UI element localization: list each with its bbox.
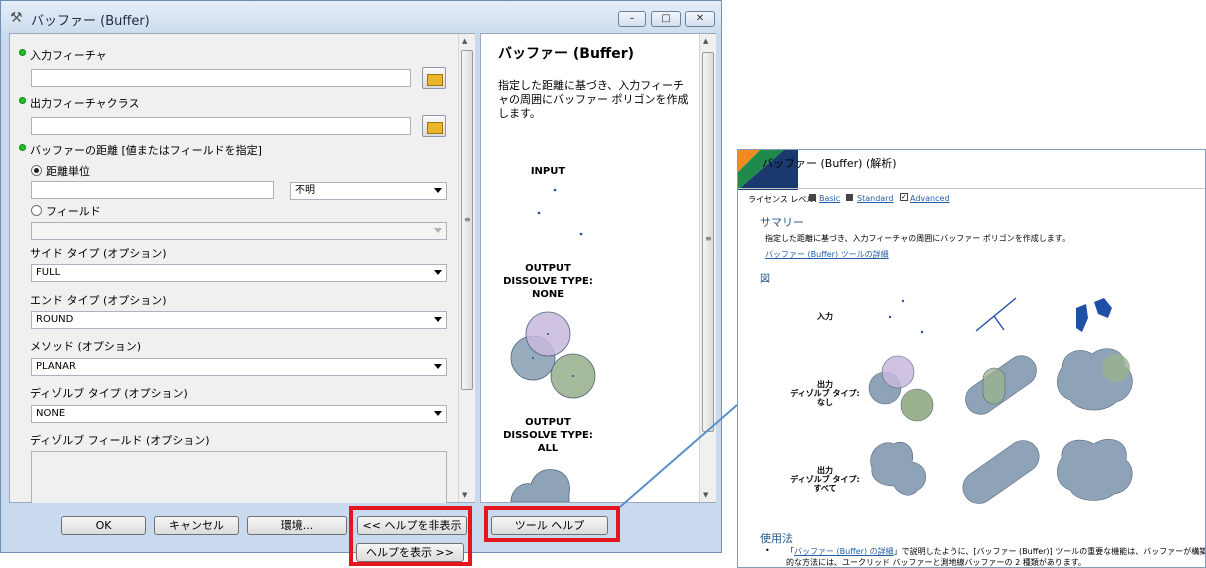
method-select[interactable]: PLANAR — [31, 358, 447, 376]
caption-input: INPUT — [530, 166, 566, 177]
usage-bullet-icon: • — [765, 546, 770, 555]
license-standard-checkbox — [846, 194, 853, 201]
parameters-panel: 入力フィーチャ 出力フィーチャクラス バッファーの距離 [値またはフィールドを指… — [9, 33, 475, 503]
method-label: メソッド (オプション) — [30, 340, 142, 353]
grip-icon: ≡ — [464, 215, 471, 224]
scroll-down-arrow-icon[interactable]: ▼ — [703, 491, 708, 499]
license-label: ライセンス レベル: — [748, 195, 818, 204]
buffer-figure-graphic — [868, 297, 1133, 504]
highlight-box-tool-help — [484, 506, 620, 542]
caption-output-none-3: NONE — [531, 289, 565, 300]
input-features-field[interactable] — [31, 69, 411, 87]
title-bar[interactable]: ⚒ バッファー (Buffer) – □ ✕ — [1, 1, 721, 33]
end-type-label: エンド タイプ (オプション) — [30, 294, 167, 307]
scroll-up-arrow-icon[interactable]: ▲ — [462, 37, 467, 45]
caption-output-all-3: ALL — [537, 443, 559, 454]
dissolve-type-label: ディゾルブ タイプ (オプション) — [30, 387, 188, 400]
field-select[interactable] — [31, 222, 447, 240]
help-title: バッファー (Buffer) — [498, 46, 635, 62]
help-scrollbar[interactable]: ▲ ≡ ▼ — [699, 34, 716, 502]
required-dot-icon — [19, 144, 26, 151]
ok-button[interactable]: OK — [61, 516, 146, 535]
summary-link[interactable]: バッファー (Buffer) ツールの詳細 — [765, 249, 889, 260]
close-button[interactable]: ✕ — [685, 11, 715, 27]
license-basic-link[interactable]: Basic — [819, 194, 840, 203]
tool-reference-page: バッファー (Buffer) (解析) ライセンス レベル: Basic Sta… — [737, 149, 1206, 568]
usage-line-2: 的な方法には、ユークリッド バッファーと測地線バッファーの 2 種類があります。 — [786, 558, 1086, 567]
help-description: 指定した距離に基づき、入力フィーチャの周囲にバッファー ポリゴンを作成します。 — [498, 79, 689, 120]
row-label-input: 入力 — [817, 312, 833, 321]
divider — [738, 188, 1205, 189]
distance-unit-select[interactable]: 不明 — [290, 182, 447, 200]
row-label-all-3: すべて — [813, 484, 837, 493]
side-type-label: サイド タイプ (オプション) — [30, 247, 167, 260]
help-pane: バッファー (Buffer) 指定した距離に基づき、入力フィーチャの周囲にバッフ… — [480, 33, 716, 503]
output-feature-class-field[interactable] — [31, 117, 411, 135]
usage-link[interactable]: バッファー (Buffer) の詳細 — [794, 547, 894, 556]
end-type-value: ROUND — [36, 314, 74, 325]
figure-heading: 図 — [760, 274, 770, 285]
dissolve-field-label: ディゾルブ フィールド (オプション) — [30, 434, 210, 447]
hammer-icon: ⚒ — [10, 10, 23, 26]
minimize-button[interactable]: – — [618, 11, 646, 27]
caption-output-none-2: DISSOLVE TYPE: — [503, 276, 593, 287]
grip-icon: ≡ — [705, 234, 712, 243]
summary-heading: サマリー — [760, 216, 804, 229]
row-label-none-3: なし — [817, 398, 833, 407]
side-type-select[interactable]: FULL — [31, 264, 447, 282]
caption-output-none-1: OUTPUT — [525, 263, 571, 274]
doc-title: バッファー (Buffer) (解析) — [762, 157, 897, 170]
linear-unit-label: 距離単位 — [46, 165, 90, 178]
license-standard-link[interactable]: Standard — [857, 194, 893, 203]
input-points-graphic — [537, 188, 583, 236]
highlight-box-help-toggle — [349, 506, 472, 566]
distance-value-field[interactable] — [31, 181, 274, 199]
usage-heading: 使用法 — [760, 532, 793, 545]
dissolve-type-value: NONE — [36, 408, 66, 419]
summary-text: 指定した距離に基づき、入力フィーチャの周囲にバッファー ポリゴンを作成します。 — [765, 234, 1070, 243]
dissolve-all-graphic — [510, 469, 570, 502]
dissolve-type-select[interactable]: NONE — [31, 405, 447, 423]
scroll-up-arrow-icon[interactable]: ▲ — [703, 37, 708, 45]
required-dot-icon — [19, 97, 26, 104]
cancel-button[interactable]: キャンセル — [154, 516, 239, 535]
buffer-distance-label: バッファーの距離 [値またはフィールドを指定] — [30, 144, 262, 157]
linear-unit-radio[interactable] — [31, 165, 42, 176]
required-dot-icon — [19, 49, 26, 56]
buffer-tool-window: ⚒ バッファー (Buffer) – □ ✕ 入力フィーチャ 出力フィーチャクラ… — [0, 0, 722, 553]
end-type-select[interactable]: ROUND — [31, 311, 447, 329]
scroll-down-arrow-icon[interactable]: ▼ — [462, 491, 467, 499]
parameters-scrollbar[interactable]: ▲ ≡ ▼ — [458, 34, 475, 502]
field-radio[interactable] — [31, 205, 42, 216]
browse-folder-icon[interactable] — [422, 115, 446, 137]
output-feature-class-label: 出力フィーチャクラス — [30, 97, 140, 110]
dissolve-field-list[interactable] — [31, 451, 447, 503]
window-title: バッファー (Buffer) — [31, 14, 150, 29]
usage-line-1-rest: 」で説明したように、[バッファー (Buffer)] ツールの重要な機能は、バッ… — [893, 547, 1206, 556]
caption-output-all-1: OUTPUT — [525, 417, 571, 428]
browse-folder-icon[interactable] — [422, 67, 446, 89]
side-type-value: FULL — [36, 267, 61, 278]
distance-unit-value: 不明 — [295, 185, 315, 196]
usage-line-1: 「バッファー (Buffer) の詳細」で説明したように、[バッファー (Buf… — [786, 546, 1206, 557]
input-features-label: 入力フィーチャ — [30, 49, 107, 62]
maximize-button[interactable]: □ — [651, 11, 681, 27]
caption-output-all-2: DISSOLVE TYPE: — [503, 430, 593, 441]
field-label: フィールド — [46, 205, 101, 218]
license-advanced-checkbox: ✓ — [900, 193, 908, 201]
license-basic-checkbox — [809, 194, 816, 201]
dissolve-none-graphic — [510, 311, 596, 399]
license-advanced-link[interactable]: Advanced — [910, 194, 950, 203]
method-value: PLANAR — [36, 361, 76, 372]
environments-button[interactable]: 環境... — [247, 516, 347, 535]
usage-quote-open: 「 — [786, 547, 794, 556]
